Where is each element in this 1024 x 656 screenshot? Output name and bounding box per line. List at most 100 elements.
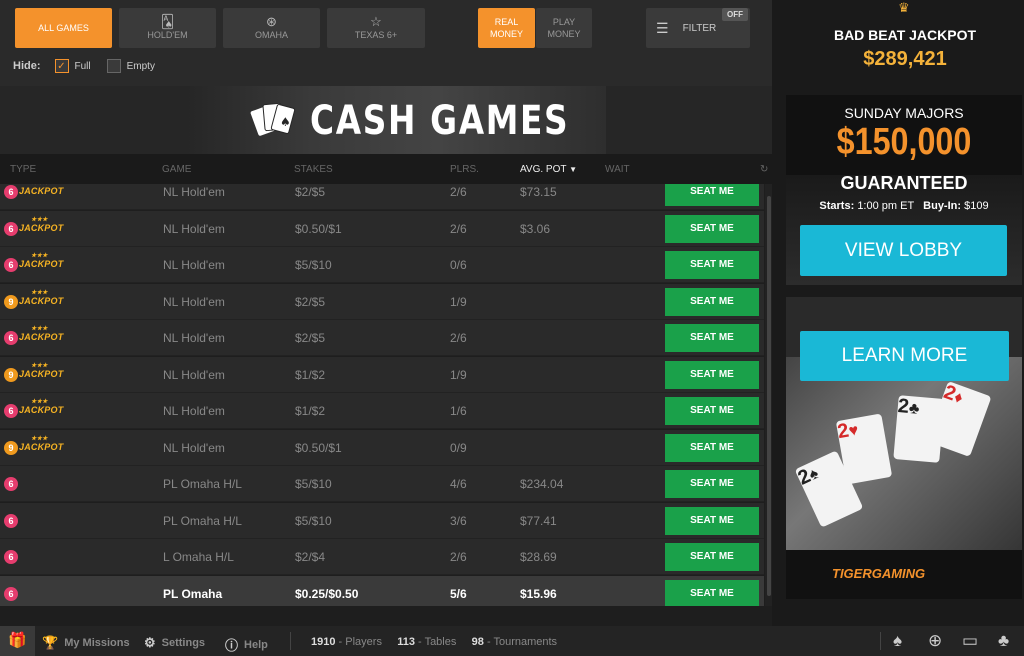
seat-me-button[interactable]: SEAT ME (665, 251, 759, 279)
stakes-cell: $5/$10 (295, 513, 332, 528)
all-games-button[interactable]: ALL GAMES (15, 8, 112, 48)
gift-icon[interactable]: 🎁 (0, 626, 35, 656)
promo-guaranteed: GUARANTEED (840, 173, 968, 193)
seat-me-button[interactable]: SEAT ME (665, 433, 759, 462)
trophy-icon: 🏆 (42, 635, 59, 650)
seat-me-button[interactable]: SEAT ME (665, 470, 759, 498)
starts-value: 1:00 pm ET (857, 200, 914, 212)
learn-more-button[interactable]: LEARN MORE (800, 331, 1009, 381)
stakes-cell: $5/$10 (295, 258, 332, 272)
players-cell: 2/6 (450, 185, 467, 199)
avg-pot-cell: $73.15 (520, 185, 557, 199)
table-row[interactable]: 6★★★JACKPOTNL Hold'em$2/$52/6$73.15SEAT … (0, 184, 764, 210)
seat-me-button[interactable]: SEAT ME (665, 506, 759, 535)
header-type[interactable]: TYPE (10, 164, 36, 175)
game-cell: NL Hold'em (163, 331, 225, 345)
stakes-cell: $2/$4 (295, 550, 326, 564)
slots-icon[interactable]: ▭ (962, 631, 978, 651)
view-lobby-button[interactable]: VIEW LOBBY (800, 225, 1007, 276)
table-row[interactable]: 9 ★★★ JACKPOT NL Hold'em $0.50/$1 0/9 SEAT ME (0, 429, 764, 466)
seat-me-button[interactable]: SEAT ME (665, 543, 759, 571)
my-missions-button[interactable]: 🏆 My Missions (42, 635, 130, 651)
seats-badge: 6 (4, 221, 18, 236)
seat-me-button[interactable]: SEAT ME (665, 287, 759, 316)
seats-badge: 6 (4, 404, 18, 418)
seats-badge: 6 (4, 586, 18, 601)
hide-empty-label: Empty (126, 60, 155, 72)
blackjack-icon[interactable]: ♠ (893, 631, 902, 651)
game-cell: NL Hold'em (163, 367, 225, 382)
roulette-icon[interactable]: ⊕ (928, 631, 942, 651)
avg-pot-cell: $77.41 (520, 513, 557, 528)
holdem-button[interactable]: 🂡 HOLD'EM (119, 8, 216, 48)
table-row[interactable]: 6 L Omaha H/L $2/$4 2/6 $28.69 SEAT ME (0, 539, 764, 575)
promo-info: Starts: 1:00 pm ET Buy-In: $109 (786, 200, 1022, 212)
stakes-cell: $5/$10 (295, 477, 332, 491)
table-row[interactable]: 9 ★★★ JACKPOT NL Hold'em $2/$5 1/9 SEAT ME (0, 283, 764, 320)
settings-label: Settings (161, 637, 206, 649)
players-cell: 4/6 (450, 477, 467, 491)
hide-empty-checkbox[interactable]: Empty (106, 59, 155, 73)
avg-pot-cell: $28.69 (520, 550, 557, 564)
table-header: TYPE GAME STAKES PLRS. AVG. POT ▼ WAIT ↻ (0, 154, 772, 184)
settings-button[interactable]: ⚙ Settings (144, 635, 205, 651)
jackpot-title: BAD BEAT JACKPOT (833, 27, 977, 43)
filter-button[interactable]: ☰ FILTER OFF (646, 8, 750, 48)
jackpot-label: JACKPOT (19, 259, 64, 269)
seat-me-button[interactable]: SEAT ME (665, 324, 759, 352)
right-panel: ♛ BAD BEAT JACKPOT $289,421 SUNDAY MAJOR… (772, 0, 1024, 626)
hide-full-checkbox[interactable]: ✓ Full (54, 59, 91, 73)
help-button[interactable]: ⓘ Help (225, 635, 268, 654)
header-plrs[interactable]: PLRS. (450, 164, 479, 175)
table-row[interactable]: 6 ★★★ JACKPOT NL Hold'em $0.50/$1 2/6 $3.06 SEA… (0, 210, 764, 247)
play-money-button[interactable]: PLAY MONEY (536, 8, 592, 48)
help-icon: ⓘ (225, 638, 239, 653)
jackpot-badge: ★★★JACKPOT (19, 184, 63, 196)
table-row[interactable]: 6 PL Omaha H/L $5/$10 3/6 $77.41 SEAT ME (0, 502, 764, 539)
players-cell: 3/6 (450, 513, 467, 528)
stakes-cell: $0.50/$1 (295, 221, 342, 236)
table-row[interactable]: 6 PL Omaha $0.25/$0.50 5/6 $15.96 SEAT ME (0, 575, 764, 606)
omaha-button[interactable]: ⊛ OMAHA (223, 8, 320, 48)
refresh-icon[interactable]: ↻ (760, 164, 768, 175)
stakes-cell: $2/$5 (295, 331, 326, 345)
header-avg-pot[interactable]: AVG. POT ▼ (520, 164, 577, 175)
real-money-button[interactable]: REAL MONEY (478, 8, 535, 48)
game-cell: PL Omaha H/L (163, 513, 242, 528)
scrollbar-thumb[interactable] (767, 196, 771, 596)
stars-icon: ★★★ (31, 399, 48, 405)
table-row[interactable]: 6 PL Omaha H/L $5/$10 4/6 $234.04 SEAT ME (0, 466, 764, 502)
table-row[interactable]: 6 ★★★ JACKPOT NL Hold'em $5/$10 0/6 SEAT ME (0, 247, 764, 283)
texas-6-button[interactable]: ☆ TEXAS 6+ (327, 8, 425, 48)
jackpot-amount: $289,421 (863, 48, 947, 70)
table-row[interactable]: 9 ★★★ JACKPOT NL Hold'em $1/$2 1/9 SEAT ME (0, 356, 764, 393)
seat-me-button[interactable]: SEAT ME (665, 360, 759, 389)
seats-badge: 6 (4, 513, 18, 528)
jackpot-label: JACKPOT (19, 295, 64, 306)
header-wait[interactable]: WAIT (605, 164, 630, 175)
divider (880, 632, 881, 650)
seat-me-button[interactable]: SEAT ME (665, 579, 759, 606)
bottom-bar: 🎁 🏆 My Missions ⚙ Settings ⓘ Help 1910 -… (0, 626, 1024, 656)
divider (290, 632, 291, 650)
seat-me-button[interactable]: SEAT ME (665, 184, 759, 206)
stakes-cell: $2/$5 (295, 185, 326, 199)
header-stakes[interactable]: STAKES (294, 164, 333, 175)
jackpot-badge: ★★★JACKPOT (19, 363, 63, 379)
jackpot-badge: ★★★JACKPOT (19, 290, 64, 306)
table-row[interactable]: 6 ★★★ JACKPOT NL Hold'em $2/$5 2/6 SEAT ME (0, 320, 764, 356)
cherries-icon[interactable]: ♣ (998, 631, 1009, 651)
seat-me-button[interactable]: SEAT ME (665, 397, 759, 425)
all-games-label: ALL GAMES (38, 23, 89, 33)
header-game[interactable]: GAME (162, 164, 191, 175)
holdem-label: HOLD'EM (147, 30, 188, 40)
table-row[interactable]: 6 ★★★ JACKPOT NL Hold'em $1/$2 1/6 SEAT ME (0, 393, 764, 429)
players-cell: 5/6 (450, 586, 467, 601)
stakes-cell: $0.50/$1 (295, 440, 342, 455)
texas-6-label: TEXAS 6+ (354, 30, 398, 40)
seat-me-button[interactable]: SEAT ME (665, 214, 759, 243)
seats-badge: 6 (4, 258, 18, 272)
hide-full-label: Full (74, 60, 91, 72)
game-cell: NL Hold'em (163, 185, 225, 199)
jackpot-badge: ★★★JACKPOT (19, 399, 63, 415)
